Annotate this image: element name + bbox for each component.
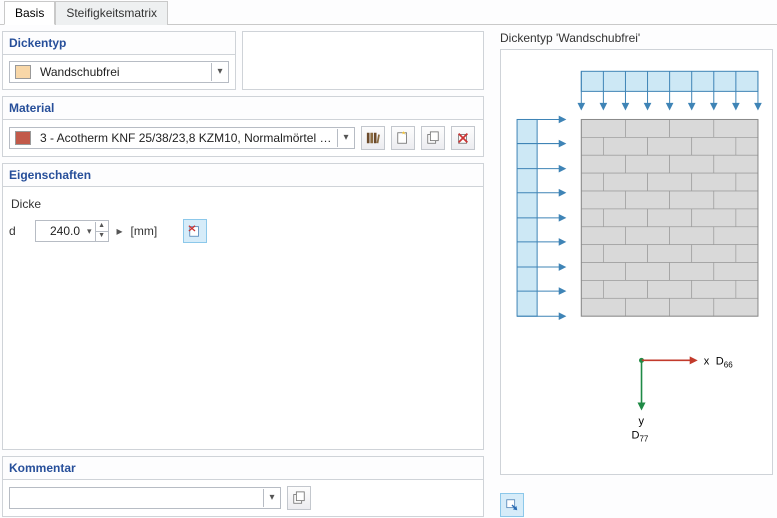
preview-diagram: x D66 y D77 [500, 49, 773, 475]
axis-y-label: y [639, 416, 645, 428]
d-value[interactable]: 240.0 [36, 224, 84, 238]
material-delete-button[interactable] [451, 126, 475, 150]
tab-bar: Basis Steifigkeitsmatrix [0, 0, 777, 25]
d-unit: [mm] [131, 224, 158, 238]
preview-title: Dickentyp 'Wandschubfrei' [500, 31, 773, 45]
dickentyp-header: Dickentyp [3, 32, 235, 55]
kommentar-select[interactable]: ▾ [9, 487, 281, 509]
chevron-down-icon: ▾ [337, 129, 354, 147]
kommentar-copy-button[interactable] [287, 486, 311, 510]
tab-steifigkeitsmatrix[interactable]: Steifigkeitsmatrix [55, 1, 168, 25]
chevron-down-icon: ▾ [263, 489, 280, 507]
dickentyp-value: Wandschubfrei [36, 65, 211, 79]
chevron-down-icon: ▾ [211, 63, 228, 81]
kommentar-header: Kommentar [3, 457, 483, 480]
d66-label: D66 [716, 355, 733, 369]
eigenschaften-header: Eigenschaften [3, 164, 483, 187]
spin-up-icon[interactable]: ▲ [96, 222, 108, 231]
dickentyp-select[interactable]: Wandschubfrei ▾ [9, 61, 229, 83]
material-library-button[interactable] [361, 126, 385, 150]
material-swatch-icon [15, 131, 31, 145]
material-value: 3 - Acotherm KNF 25/38/23,8 KZM10, Norma… [36, 131, 337, 145]
axis-x-label: x [704, 355, 710, 367]
material-select[interactable]: 3 - Acotherm KNF 25/38/23,8 KZM10, Norma… [9, 127, 355, 149]
tab-basis[interactable]: Basis [4, 1, 55, 25]
export-preview-button[interactable] [500, 493, 524, 517]
material-duplicate-button[interactable] [421, 126, 445, 150]
d77-label: D77 [631, 430, 648, 444]
d-spinner[interactable]: 240.0 ▾ ▲▼ [35, 220, 109, 242]
d-symbol: d [9, 224, 29, 238]
material-new-button[interactable] [391, 126, 415, 150]
dickentyp-swatch-icon [15, 65, 31, 79]
spin-down-icon[interactable]: ▼ [96, 231, 108, 241]
material-header: Material [3, 97, 483, 120]
step-right-icon[interactable]: ▸ [115, 224, 125, 238]
d-options-button[interactable] [183, 219, 207, 243]
chevron-down-icon[interactable]: ▾ [84, 226, 95, 237]
dicke-label: Dicke [11, 197, 477, 211]
